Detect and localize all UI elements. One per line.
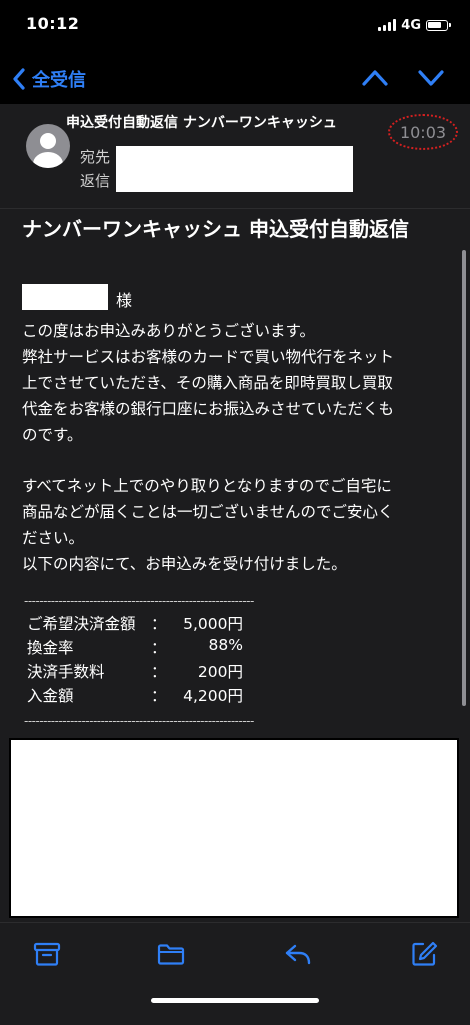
email-subject: ナンバーワンキャッシュ 申込受付自動返信: [22, 217, 409, 241]
status-time: 10:12: [26, 14, 80, 33]
row-colon: ：: [151, 687, 167, 705]
folder-icon[interactable]: [157, 940, 185, 968]
next-message-button[interactable]: [417, 66, 445, 90]
divider-top: ----------------------------------------…: [24, 594, 254, 608]
redacted-content-box: [9, 738, 459, 918]
text-line: 商品などが届くことは一切ございませんのでご安心く: [22, 503, 394, 521]
status-bar: 10:12 4G: [0, 0, 470, 50]
chevron-left-icon: [13, 68, 25, 90]
row-colon: ：: [151, 615, 167, 633]
row-label: 換金率: [27, 639, 74, 657]
notice-paragraph: すべてネット上でのやり取りとなりますのでご自宅に 商品などが届くことは一切ござい…: [22, 473, 442, 577]
row-colon: ：: [151, 663, 167, 681]
message-time: 10:03: [399, 122, 447, 142]
text-line: ださい。: [22, 529, 85, 547]
signal-icon: [378, 19, 397, 31]
row-label: ご希望決済金額: [27, 615, 136, 633]
text-line: 以下の内容にて、お申込みを受け付けました。: [22, 555, 347, 573]
archive-icon[interactable]: [33, 940, 61, 968]
nav-bar: 全受信: [0, 50, 470, 104]
home-indicator[interactable]: [151, 998, 319, 1003]
message-header[interactable]: 申込受付自動返信 ナンバーワンキャッシュ 10:03 宛先 返信: [0, 104, 470, 209]
back-label: 全受信: [32, 70, 86, 91]
status-indicators: 4G: [378, 17, 451, 33]
previous-message-button[interactable]: [361, 66, 389, 90]
redacted-recipient: [116, 146, 353, 192]
row-value: 5,000円: [183, 615, 243, 633]
sender-name: 申込受付自動返信 ナンバーワンキャッシュ: [66, 115, 337, 131]
back-button[interactable]: 全受信: [12, 66, 86, 92]
text-line: 代金をお客様の銀行口座にお振込みさせていただくも: [22, 400, 395, 418]
bottom-toolbar: [0, 922, 470, 1025]
row-label: 決済手数料: [27, 663, 105, 681]
battery-icon: [426, 19, 451, 31]
scrollbar[interactable]: [462, 250, 466, 706]
honorific: 様: [116, 291, 133, 310]
row-value: 200円: [197, 663, 243, 681]
divider-bottom: ----------------------------------------…: [24, 714, 254, 728]
redacted-name: [22, 284, 108, 310]
text-line: すべてネット上でのやり取りとなりますのでご自宅に: [22, 477, 392, 495]
message-view[interactable]: 申込受付自動返信 ナンバーワンキャッシュ 10:03 宛先 返信 ナンバーワンキ…: [0, 104, 470, 922]
row-value: 4,200円: [183, 687, 243, 705]
highlight-circle: 10:03: [388, 114, 458, 150]
reply-to-label: 返信: [80, 172, 111, 190]
row-colon: ：: [151, 639, 167, 657]
reply-icon[interactable]: [284, 940, 312, 968]
text-line: この度はお申込みありがとうございます。: [22, 322, 315, 340]
row-value: 88%: [208, 636, 243, 654]
text-line: のです。: [22, 426, 83, 444]
intro-paragraph: この度はお申込みありがとうございます。 弊社サービスはお客様のカードで買い物代行…: [22, 318, 442, 448]
compose-icon[interactable]: [410, 940, 438, 968]
text-line: 弊社サービスはお客様のカードで買い物代行をネット: [22, 348, 395, 366]
to-label: 宛先: [80, 148, 111, 166]
network-type: 4G: [401, 17, 421, 33]
row-label: 入金額: [27, 687, 74, 705]
avatar: [26, 124, 70, 168]
text-line: 上でさせていただき、その購入商品を即時買取し買取: [22, 374, 393, 392]
